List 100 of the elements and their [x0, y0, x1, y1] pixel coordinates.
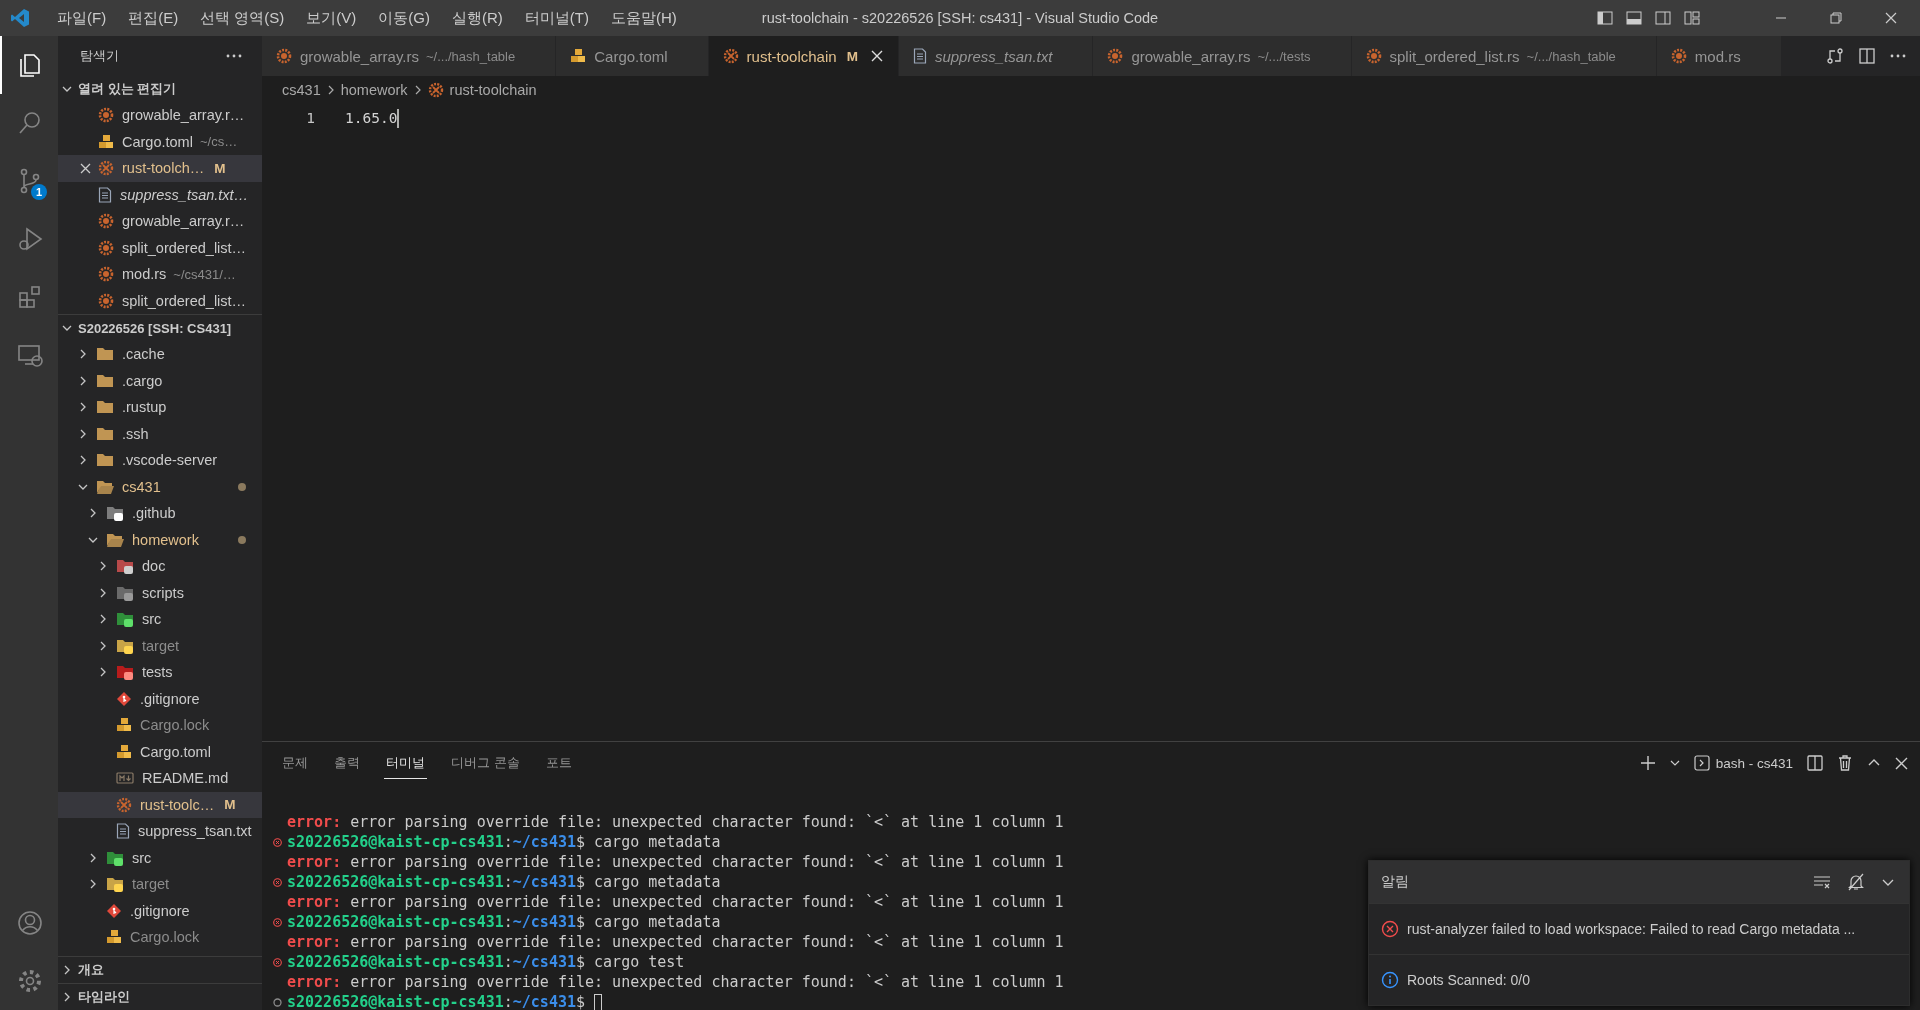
- tree-item[interactable]: cs431: [58, 473, 262, 500]
- close-icon[interactable]: [1895, 756, 1908, 770]
- file-name: homework: [132, 531, 199, 548]
- tree-item[interactable]: Cargo.toml: [58, 738, 262, 765]
- tree-item[interactable]: README.md: [58, 765, 262, 792]
- tree-item[interactable]: suppress_tsan.txt: [58, 818, 262, 845]
- restore-icon[interactable]: [1829, 11, 1843, 25]
- menu-item[interactable]: 선택 영역(S): [189, 8, 296, 28]
- tree-item[interactable]: Cargo.lock: [58, 712, 262, 739]
- tree-item[interactable]: .gitignore: [58, 685, 262, 712]
- tree-item[interactable]: tests: [58, 659, 262, 686]
- split-layout-icon[interactable]: [1655, 10, 1671, 26]
- tree-item[interactable]: .cache: [58, 341, 262, 368]
- error-label: error:: [287, 813, 342, 831]
- section-title: S20226526 [SSH: CS431]: [78, 320, 232, 336]
- compare-changes-icon[interactable]: [1826, 47, 1844, 65]
- terminal-output: error parsing override file: unexpected character found: `<` at line 1 column 1: [350, 933, 1064, 951]
- tree-item[interactable]: Cargo.lock: [58, 924, 262, 951]
- settings-icon[interactable]: [16, 967, 44, 995]
- tree-item[interactable]: .cargo: [58, 367, 262, 394]
- file-name: growable_array.r…: [122, 213, 245, 230]
- close-icon[interactable]: [1884, 11, 1898, 25]
- tree-item[interactable]: rust-toolc… M: [58, 791, 262, 818]
- trash-icon[interactable]: [1837, 755, 1853, 771]
- panel-tab[interactable]: 디버그 콘솔: [449, 747, 522, 779]
- editor-tab[interactable]: growable_array.rs ~/.../tests: [1093, 36, 1352, 76]
- file-path: ~/.../hash_table: [1526, 48, 1616, 64]
- menu-item[interactable]: 터미널(T): [513, 8, 600, 28]
- sidebar-layout-icon[interactable]: [1597, 10, 1613, 26]
- clear-all-icon[interactable]: [1813, 875, 1831, 889]
- editor-tab[interactable]: split_ordered_list.rs ~/.../hash_table: [1351, 36, 1657, 76]
- menu-item[interactable]: 이동(G): [367, 8, 441, 28]
- more-icon[interactable]: [1890, 54, 1906, 58]
- tree-item[interactable]: src: [58, 844, 262, 871]
- editor-tab[interactable]: mod.rs: [1656, 36, 1782, 76]
- open-editor-item[interactable]: mod.rs ~/cs431/…: [58, 261, 262, 288]
- open-editor-item[interactable]: growable_array.r…: [58, 208, 262, 235]
- open-editor-item[interactable]: suppress_tsan.txt…: [58, 181, 262, 208]
- panel-tab[interactable]: 터미널: [384, 747, 427, 779]
- tree-item[interactable]: target: [58, 632, 262, 659]
- tree-item[interactable]: .ssh: [58, 420, 262, 447]
- tree-item[interactable]: .github: [58, 500, 262, 527]
- close-icon[interactable]: [870, 50, 883, 62]
- editor-tab[interactable]: suppress_tsan.txt: [898, 36, 1094, 76]
- panel-tab[interactable]: 출력: [332, 747, 362, 779]
- line-number: 1: [305, 110, 315, 126]
- close-icon[interactable]: [79, 162, 91, 174]
- window-title: rust-toolchain - s20226526 [SSH: cs431] - Visual Studio Code: [761, 10, 1159, 26]
- notification-item[interactable]: rust-analyzer failed to load workspace: Failed to read Cargo metadata ...: [1369, 903, 1909, 954]
- panel-layout-icon[interactable]: [1626, 10, 1642, 26]
- plus-icon[interactable]: [1639, 755, 1656, 771]
- panel-tab[interactable]: 문제: [280, 747, 310, 779]
- menu-item[interactable]: 실행(R): [441, 8, 514, 28]
- source-control-tab[interactable]: 1: [0, 152, 58, 210]
- open-editor-item[interactable]: rust-toolch… M: [58, 155, 262, 182]
- notification-item[interactable]: Roots Scanned: 0/0: [1369, 954, 1909, 1005]
- menu-item[interactable]: 도움말(H): [600, 8, 688, 28]
- open-editor-item[interactable]: growable_array.r…: [58, 102, 262, 129]
- more-icon[interactable]: [226, 54, 242, 58]
- file-name: target: [132, 876, 170, 893]
- file-path: ~/cs…: [199, 134, 238, 150]
- prompt-path: ~/cs431: [512, 913, 576, 931]
- breadcrumb-item[interactable]: homework: [340, 82, 408, 98]
- menu-item[interactable]: 보기(V): [295, 8, 368, 28]
- bell-slash-icon[interactable]: [1847, 873, 1865, 891]
- error-label: error:: [287, 973, 342, 991]
- editor-tab[interactable]: Cargo.toml: [556, 36, 709, 76]
- chevron-down-icon[interactable]: [1669, 758, 1680, 768]
- menu-item[interactable]: 편집(E): [117, 8, 190, 28]
- terminal-name[interactable]: bash - cs431: [1715, 755, 1793, 771]
- panel-tab[interactable]: 포트: [543, 747, 574, 779]
- file-name: .github: [132, 505, 176, 522]
- tree-item[interactable]: .gitignore: [58, 897, 262, 924]
- menu-item[interactable]: 파일(F): [46, 8, 118, 28]
- tree-item[interactable]: src: [58, 606, 262, 633]
- file-name: .cargo: [122, 372, 163, 389]
- chevron-right-icon: [326, 85, 335, 95]
- open-editor-item[interactable]: split_ordered_list…: [58, 234, 262, 261]
- tree-item[interactable]: doc: [58, 553, 262, 580]
- terminal-output: error parsing override file: unexpected character found: `<` at line 1 column 1: [350, 813, 1064, 831]
- file-name: .ssh: [122, 425, 149, 442]
- tree-item[interactable]: target: [58, 871, 262, 898]
- breadcrumb-item[interactable]: rust-toolchain: [449, 82, 537, 98]
- editor-tab[interactable]: rust-toolchain M: [708, 36, 899, 76]
- section-header[interactable]: 열려 있는 편집기: [58, 76, 262, 102]
- open-editor-item[interactable]: split_ordered_list…: [58, 287, 262, 314]
- tree-item[interactable]: homework: [58, 526, 262, 553]
- customize-layout-icon[interactable]: [1684, 10, 1700, 26]
- file-name: suppress_tsan.txt…: [120, 186, 249, 203]
- terminal-command: $: [576, 993, 586, 1010]
- tree-item[interactable]: scripts: [58, 579, 262, 606]
- account-icon[interactable]: [16, 909, 44, 937]
- prompt-path: ~/cs431: [512, 833, 576, 851]
- split-terminal-icon[interactable]: [1807, 755, 1823, 771]
- split-editor-icon[interactable]: [1858, 47, 1876, 65]
- open-editor-item[interactable]: Cargo.toml ~/cs…: [58, 128, 262, 155]
- tree-item[interactable]: .vscode-server: [58, 447, 262, 474]
- editor-tab[interactable]: growable_array.rs ~/.../hash_table: [262, 36, 557, 76]
- tree-item[interactable]: .rustup: [58, 394, 262, 421]
- breadcrumb-item[interactable]: cs431: [282, 82, 321, 98]
